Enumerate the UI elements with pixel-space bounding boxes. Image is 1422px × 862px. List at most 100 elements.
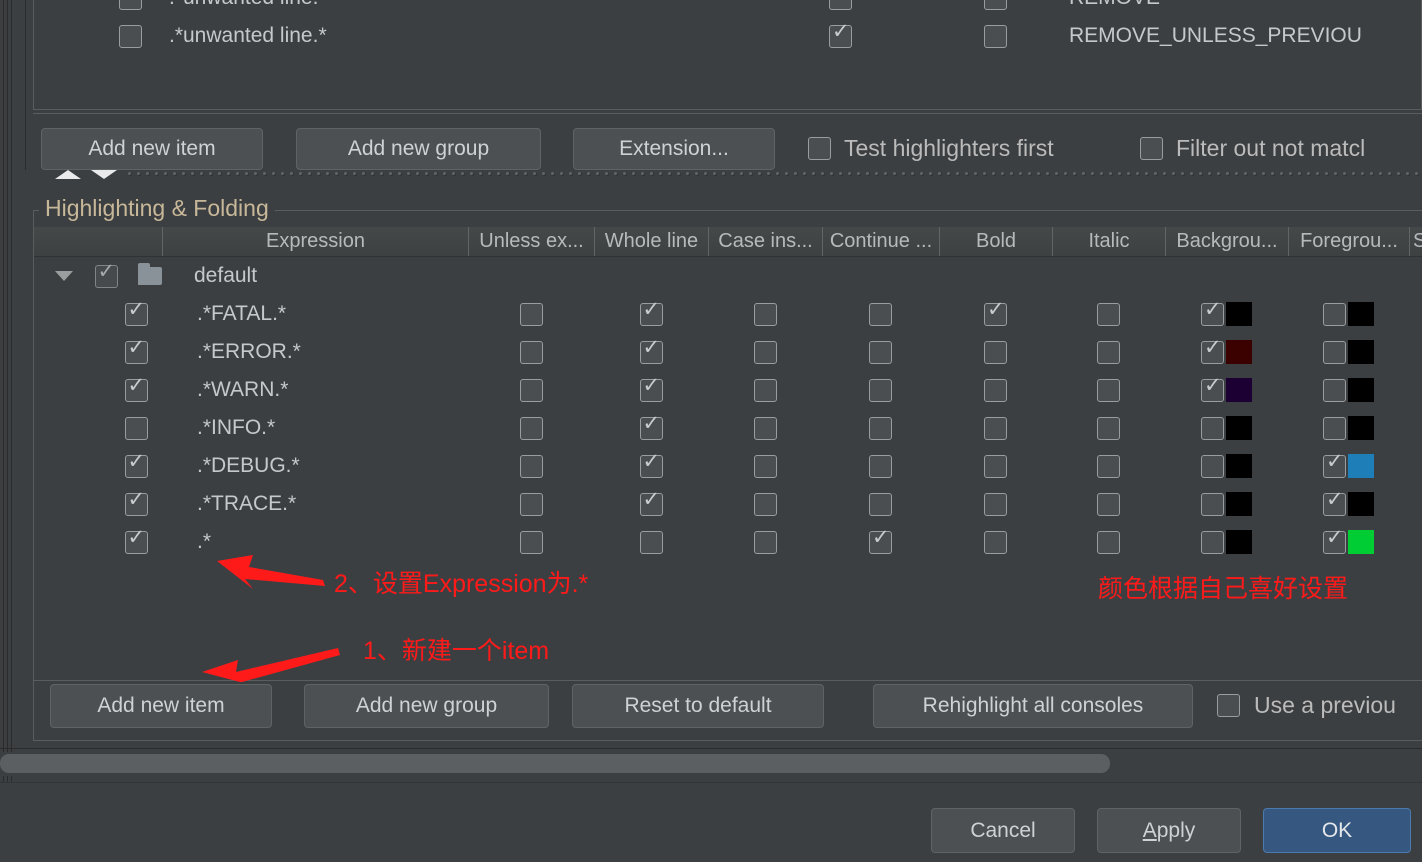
row-italic[interactable] (1052, 447, 1165, 485)
row-italic[interactable] (1052, 333, 1165, 371)
row-bold-checkbox[interactable] (984, 378, 1007, 402)
table-row[interactable]: .*ERROR.* (34, 333, 1422, 371)
row-continue-matching[interactable] (822, 295, 939, 333)
row-enabled[interactable] (114, 333, 158, 371)
row-foreground[interactable] (1288, 371, 1409, 409)
table-header-cell-whole-line[interactable]: Whole line (594, 227, 708, 256)
row-continue-matching[interactable] (822, 485, 939, 523)
row-foreground-swatch[interactable] (1348, 530, 1374, 554)
table-header-cell-check[interactable] (34, 227, 162, 256)
row-bold[interactable] (939, 409, 1052, 447)
row-continue-matching[interactable] (822, 333, 939, 371)
row-foreground-swatch[interactable] (1348, 302, 1374, 326)
row-bold[interactable] (939, 333, 1052, 371)
row-unless-expression[interactable] (468, 295, 594, 333)
row-foreground-checkbox[interactable] (1323, 489, 1346, 516)
row-background-checkbox[interactable] (1201, 375, 1224, 402)
row-italic[interactable] (1052, 371, 1165, 409)
row-italic-checkbox[interactable] (1097, 378, 1120, 402)
add-new-item-button[interactable]: Add new item (50, 684, 272, 728)
row-bold-checkbox[interactable] (984, 340, 1007, 364)
row-foreground-checkbox[interactable] (1323, 378, 1346, 402)
row-col-a-checkbox[interactable] (829, 21, 852, 48)
row-continue-matching-checkbox[interactable] (869, 378, 892, 402)
row-whole-line[interactable] (594, 371, 708, 409)
row-expression-cell[interactable]: .*ERROR.* (197, 333, 477, 371)
row-unless-expression[interactable] (468, 485, 594, 523)
row-case-insensitive-checkbox[interactable] (753, 530, 777, 554)
filter-out-not-matching-checkbox[interactable] (1140, 137, 1163, 160)
row-background-checkbox[interactable] (1201, 416, 1224, 440)
apply-button[interactable]: Apply (1097, 808, 1241, 853)
row-case-insensitive-checkbox[interactable] (753, 340, 777, 364)
row-expression-cell[interactable]: .*INFO.* (197, 409, 477, 447)
row-whole-line-checkbox[interactable] (639, 530, 663, 554)
use-a-previous-checkbox[interactable] (1217, 694, 1240, 717)
row-bold-checkbox[interactable] (984, 299, 1007, 326)
table-row[interactable]: .*WARN.* (34, 371, 1422, 409)
row-foreground-swatch[interactable] (1348, 378, 1374, 402)
panel-splitter[interactable] (33, 169, 1422, 181)
row-bold-checkbox[interactable] (984, 416, 1007, 440)
row-italic-checkbox[interactable] (1097, 454, 1120, 478)
table-row-group-default[interactable]: default (34, 257, 1422, 295)
row-whole-line-checkbox[interactable] (639, 451, 663, 478)
row-case-insensitive[interactable] (708, 485, 822, 523)
row-foreground-swatch[interactable] (1348, 416, 1374, 440)
row-foreground-checkbox[interactable] (1323, 451, 1346, 478)
row-unless-expression-checkbox[interactable] (519, 378, 543, 402)
row-continue-matching-checkbox[interactable] (869, 302, 892, 326)
table-header-cell-foreground[interactable]: Foregrou... (1288, 227, 1409, 256)
row-background[interactable] (1165, 485, 1288, 523)
row-continue-matching[interactable] (822, 371, 939, 409)
row-enabled-checkbox[interactable] (119, 0, 142, 10)
row-whole-line[interactable] (594, 523, 708, 561)
row-bold[interactable] (939, 485, 1052, 523)
row-whole-line[interactable] (594, 295, 708, 333)
row-unless-expression[interactable] (468, 333, 594, 371)
row-continue-matching-checkbox[interactable] (869, 416, 892, 440)
row-foreground[interactable] (1288, 523, 1409, 561)
cancel-button[interactable]: Cancel (931, 808, 1075, 853)
row-case-insensitive[interactable] (708, 295, 822, 333)
row-foreground-checkbox[interactable] (1323, 302, 1346, 326)
row-case-insensitive[interactable] (708, 447, 822, 485)
row-enabled-checkbox[interactable] (124, 489, 148, 516)
row-unless-expression[interactable] (468, 447, 594, 485)
row-background-checkbox[interactable] (1201, 530, 1224, 554)
row-enabled-checkbox[interactable] (124, 416, 148, 440)
row-foreground[interactable] (1288, 295, 1409, 333)
row-unless-expression-checkbox[interactable] (519, 492, 543, 516)
row-case-insensitive-checkbox[interactable] (753, 416, 777, 440)
row-background-checkbox[interactable] (1201, 454, 1224, 478)
row-unless-expression[interactable] (468, 523, 594, 561)
filter-out-not-matching-checkbox-row[interactable]: Filter out not matcl (1140, 137, 1365, 160)
row-continue-matching-checkbox[interactable] (869, 492, 892, 516)
row-case-insensitive-checkbox[interactable] (753, 454, 777, 478)
row-enabled[interactable] (114, 485, 158, 523)
table-row[interactable]: .*TRACE.* (34, 485, 1422, 523)
splitter-collapse-up-icon[interactable] (55, 170, 81, 179)
row-expression-cell[interactable]: .*TRACE.* (197, 485, 477, 523)
row-whole-line-checkbox[interactable] (639, 337, 663, 364)
row-expression-cell[interactable]: .*WARN.* (197, 371, 477, 409)
table-row[interactable]: .*INFO.* (34, 409, 1422, 447)
row-background-swatch[interactable] (1226, 530, 1252, 554)
row-whole-line-checkbox[interactable] (639, 375, 663, 402)
row-foreground[interactable] (1288, 333, 1409, 371)
row-unless-expression-checkbox[interactable] (519, 416, 543, 440)
row-col-b-checkbox[interactable] (984, 25, 1007, 48)
row-foreground[interactable] (1288, 447, 1409, 485)
row-expression-cell[interactable]: .*FATAL.* (197, 295, 477, 333)
row-whole-line-checkbox[interactable] (639, 489, 663, 516)
row-whole-line-checkbox[interactable] (639, 299, 663, 326)
row-case-insensitive[interactable] (708, 371, 822, 409)
table-header-cell-case-insensitive[interactable]: Case ins... (708, 227, 822, 256)
row-continue-matching[interactable] (822, 409, 939, 447)
horizontal-scrollbar-thumb[interactable] (0, 754, 1110, 773)
row-foreground-swatch[interactable] (1348, 492, 1374, 516)
row-enabled-checkbox[interactable] (124, 451, 148, 478)
table-header-cell-stripe[interactable]: St (1409, 227, 1422, 256)
row-foreground-swatch[interactable] (1348, 454, 1374, 478)
row-bold-checkbox[interactable] (984, 492, 1007, 516)
